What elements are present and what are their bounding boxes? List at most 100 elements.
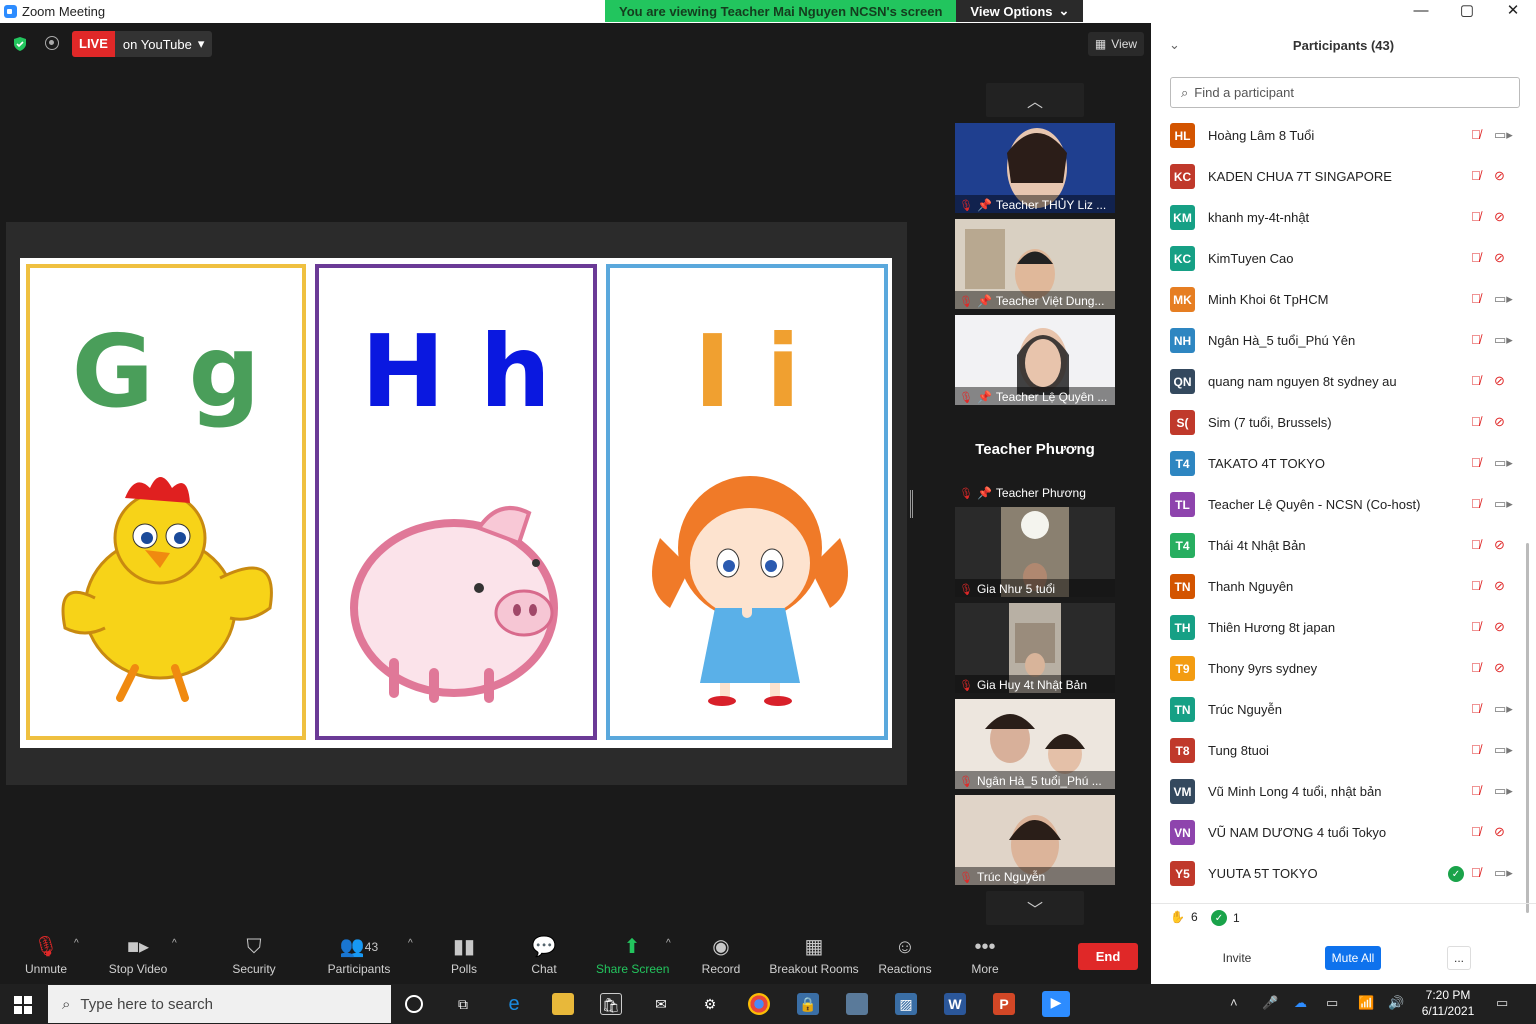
camera-icon[interactable]: ▭▸: [1494, 742, 1513, 758]
participant-row[interactable]: T4 Thái 4t Nhật Bản 🎙̸ ⊘: [1170, 526, 1516, 567]
participants-options-caret[interactable]: ^: [408, 938, 413, 949]
camera-icon[interactable]: ▭▸: [1494, 865, 1513, 881]
mic-muted-icon[interactable]: 🎙̸: [1471, 209, 1481, 224]
mic-muted-icon[interactable]: 🎙̸: [1471, 660, 1481, 675]
participant-row[interactable]: MK Minh Khoi 6t TpHCM 🎙̸ ▭▸: [1170, 280, 1516, 321]
minimize-button[interactable]: —: [1398, 0, 1444, 23]
mic-muted-icon[interactable]: 🎙̸: [1471, 455, 1481, 470]
mic-muted-icon[interactable]: 🎙̸: [1471, 578, 1481, 593]
participant-row[interactable]: KC KimTuyen Cao 🎙̸ ⊘: [1170, 239, 1516, 280]
mic-muted-icon[interactable]: 🎙̸: [1471, 414, 1481, 429]
file-explorer-icon[interactable]: [552, 993, 574, 1015]
video-tile[interactable]: 🎙 Ngân Hà_5 tuổi_Phú ...: [955, 699, 1115, 789]
participants-button[interactable]: 👥43 Participants: [326, 934, 392, 976]
participant-row[interactable]: T8 Tung 8tuoi 🎙̸ ▭▸: [1170, 731, 1516, 772]
live-target[interactable]: on YouTube ▾: [115, 31, 212, 57]
reactions-button[interactable]: ☺ Reactions: [876, 934, 934, 976]
stop-video-button[interactable]: ■▸ Stop Video: [106, 934, 170, 976]
camera-off-icon[interactable]: ⊘: [1494, 619, 1505, 635]
mic-muted-icon[interactable]: 🎙̸: [1471, 250, 1481, 265]
photos-icon[interactable]: ▨: [895, 993, 917, 1015]
video-tile[interactable]: 🎙 Trúc Nguyễn: [955, 795, 1115, 885]
mic-muted-icon[interactable]: 🎙̸: [1471, 783, 1481, 798]
word-icon[interactable]: W: [944, 993, 966, 1015]
app-icon[interactable]: [846, 993, 868, 1015]
maximize-button[interactable]: ▢: [1444, 0, 1490, 23]
shield-icon[interactable]: [12, 36, 28, 52]
windows-start-icon[interactable]: [14, 996, 32, 1014]
volume-icon[interactable]: 🔊: [1388, 995, 1404, 1011]
audio-options-caret[interactable]: ^: [74, 938, 79, 949]
wifi-icon[interactable]: 📶: [1358, 995, 1374, 1011]
camera-icon[interactable]: ▭▸: [1494, 455, 1513, 471]
store-icon[interactable]: 🛍: [600, 993, 622, 1015]
mic-muted-icon[interactable]: 🎙̸: [1471, 824, 1481, 839]
share-screen-button[interactable]: ⬆ Share Screen: [596, 934, 669, 976]
mic-muted-icon[interactable]: 🎙̸: [1471, 127, 1481, 142]
end-meeting-button[interactable]: End: [1078, 943, 1138, 970]
participant-row[interactable]: QN quang nam nguyen 8t sydney au 🎙̸ ⊘: [1170, 362, 1516, 403]
camera-off-icon[interactable]: ⊘: [1494, 414, 1505, 430]
scroll-down-button[interactable]: ﹀: [986, 891, 1084, 925]
camera-off-icon[interactable]: ⊘: [1494, 168, 1505, 184]
task-view-icon[interactable]: ⧉: [452, 993, 474, 1015]
camera-icon[interactable]: ▭▸: [1494, 291, 1513, 307]
video-tile[interactable]: 🎙 Gia Huy 4t Nhật Bản: [955, 603, 1115, 693]
more-options-button[interactable]: ...: [1447, 946, 1471, 970]
mic-muted-icon[interactable]: 🎙̸: [1471, 291, 1481, 306]
camera-off-icon[interactable]: ⊘: [1494, 578, 1505, 594]
camera-off-icon[interactable]: ⊘: [1494, 660, 1505, 676]
mute-all-button[interactable]: Mute All: [1325, 946, 1381, 970]
camera-icon[interactable]: ▭▸: [1494, 701, 1513, 717]
onedrive-icon[interactable]: ☁: [1294, 995, 1307, 1011]
invite-button[interactable]: Invite: [1211, 946, 1263, 970]
microphone-icon[interactable]: 🎤: [1262, 995, 1278, 1011]
video-tile[interactable]: 🎙 📌 Teacher Lệ Quyên ...: [955, 315, 1115, 405]
mic-muted-icon[interactable]: 🎙̸: [1471, 373, 1481, 388]
participant-row[interactable]: TN Thanh Nguyên 🎙̸ ⊘: [1170, 567, 1516, 608]
camera-icon[interactable]: ▭▸: [1494, 783, 1513, 799]
participant-row[interactable]: HL Hoàng Lâm 8 Tuổi 🎙̸ ▭▸: [1170, 116, 1516, 157]
camera-off-icon[interactable]: ⊘: [1494, 250, 1505, 266]
close-button[interactable]: ✕: [1490, 0, 1536, 23]
participant-row[interactable]: KC KADEN CHUA 7T SINGAPORE 🎙̸ ⊘: [1170, 157, 1516, 198]
edge-icon[interactable]: e: [503, 993, 525, 1015]
mic-muted-icon[interactable]: 🎙̸: [1471, 332, 1481, 347]
participant-row[interactable]: VM Vũ Minh Long 4 tuổi, nhật bản 🎙̸ ▭▸: [1170, 772, 1516, 813]
mic-muted-icon[interactable]: 🎙̸: [1471, 537, 1481, 552]
breakout-rooms-button[interactable]: ▦ Breakout Rooms: [768, 934, 860, 976]
participant-row[interactable]: VN VŨ NAM DƯƠNG 4 tuổi Tokyo 🎙̸ ⊘: [1170, 813, 1516, 854]
camera-off-icon[interactable]: ⊘: [1494, 824, 1505, 840]
video-tile[interactable]: 🎙 Gia Như 5 tuổi: [955, 507, 1115, 597]
camera-icon[interactable]: ▭▸: [1494, 332, 1513, 348]
chrome-icon[interactable]: [748, 993, 770, 1015]
mic-muted-icon[interactable]: 🎙̸: [1471, 701, 1481, 716]
polls-button[interactable]: ▮▮ Polls: [444, 934, 484, 976]
security-button[interactable]: ⛉ Security: [228, 934, 280, 976]
live-indicator[interactable]: LIVE on YouTube ▾: [72, 31, 213, 57]
mic-muted-icon[interactable]: 🎙̸: [1471, 742, 1481, 757]
video-tile[interactable]: 🎙 📌 Teacher THỦY Liz ...: [955, 123, 1115, 213]
unmute-button[interactable]: 🎙 Unmute: [20, 934, 72, 976]
zoom-taskbar-icon[interactable]: ▶: [1042, 991, 1070, 1017]
camera-off-icon[interactable]: ⊘: [1494, 209, 1505, 225]
tray-chevron-up-icon[interactable]: ˄: [1230, 995, 1238, 1010]
splitter-handle[interactable]: [910, 490, 913, 518]
participant-row[interactable]: NH Ngân Hà_5 tuổi_Phú Yên 🎙̸ ▭▸: [1170, 321, 1516, 362]
view-button[interactable]: ▦ View: [1088, 32, 1144, 56]
participant-row[interactable]: S(Sim (7 tuổi, Brussels) 🎙̸ ⊘: [1170, 403, 1516, 444]
cortana-icon[interactable]: [405, 995, 423, 1013]
taskbar-search-input[interactable]: ⌕ Type here to search: [48, 985, 391, 1023]
participant-row[interactable]: TH Thiên Hương 8t japan 🎙̸ ⊘: [1170, 608, 1516, 649]
participant-row[interactable]: KM khanh my-4t-nhật 🎙̸ ⊘: [1170, 198, 1516, 239]
share-options-caret[interactable]: ^: [666, 938, 671, 949]
video-tile[interactable]: 🎙 📌 Teacher Việt Dung...: [955, 219, 1115, 309]
participant-row[interactable]: Y5 YUUTA 5T TOKYO ✓ 🎙̸ ▭▸: [1170, 854, 1516, 895]
mic-muted-icon[interactable]: 🎙̸: [1471, 865, 1481, 880]
video-tile[interactable]: Teacher Phương 🎙 📌 Teacher Phương: [955, 411, 1115, 501]
participant-search-input[interactable]: ⌕ Find a participant: [1170, 77, 1520, 108]
notifications-icon[interactable]: ▭: [1496, 995, 1508, 1011]
camera-icon[interactable]: ▭▸: [1494, 127, 1513, 143]
recording-icon[interactable]: [45, 36, 59, 50]
more-button[interactable]: ••• More: [966, 934, 1004, 976]
